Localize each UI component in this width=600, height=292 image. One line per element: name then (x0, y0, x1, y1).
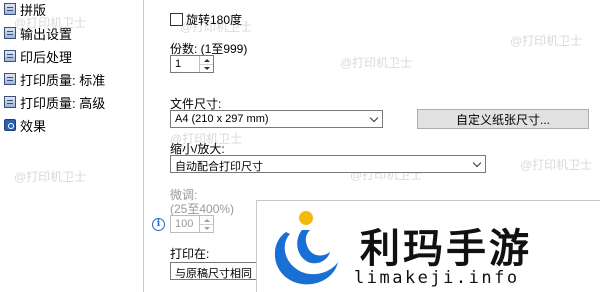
sidebar-item-output-settings[interactable]: 输出设置 (4, 24, 72, 42)
watermark: @打印机卫士 (340, 56, 413, 70)
copies-stepper[interactable]: 1 (170, 55, 214, 73)
arrow-up-icon (203, 58, 210, 62)
logo-mark-icon (274, 211, 338, 285)
copies-decrement-button[interactable] (200, 64, 213, 72)
sidebar-item-label: 打印质量: 标准 (20, 72, 106, 88)
print-on-select[interactable]: 与原稿尺寸相同 (170, 262, 270, 280)
finishing-icon (4, 50, 16, 62)
sidebar-item-effects[interactable]: 效果 (4, 116, 46, 134)
watermark: @打印机卫士 (510, 34, 583, 48)
info-icon: i (152, 218, 165, 231)
logo-title: 利玛手游 (360, 227, 532, 271)
sidebar-item-label: 拼版 (20, 2, 47, 18)
rotate-label: 旋转180度 (186, 13, 243, 27)
arrow-down-icon (203, 66, 210, 70)
scale-select[interactable]: 自动配合打印尺寸 (170, 155, 486, 173)
sidebar-item-finishing[interactable]: 印后处理 (4, 47, 72, 65)
sidebar: 拼版 输出设置 印后处理 打印质量: 标准 打印质量: 高级 效果 (0, 0, 140, 292)
sidebar-divider (143, 0, 144, 292)
sidebar-item-label: 输出设置 (20, 26, 73, 42)
fine-tune-value: 100 (175, 218, 194, 230)
chevron-down-icon (369, 113, 379, 123)
paper-size-value: A4 (210 x 297 mm) (175, 113, 269, 125)
chevron-down-icon (472, 158, 482, 168)
copies-value: 1 (175, 58, 182, 70)
sidebar-item-label: 效果 (20, 118, 47, 134)
fine-tune-decrement-button[interactable] (200, 224, 213, 232)
fine-tune-stepper[interactable]: 100 (170, 215, 214, 233)
custom-paper-size-button[interactable]: 自定义纸张尺寸... (417, 109, 589, 129)
quality-advanced-icon (4, 96, 16, 108)
quality-standard-icon (4, 73, 16, 85)
arrow-up-icon (203, 218, 210, 222)
scale-value: 自动配合打印尺寸 (175, 161, 263, 173)
rotate-checkbox[interactable] (170, 13, 183, 26)
sidebar-item-label: 打印质量: 高级 (20, 95, 106, 111)
print-on-value: 与原稿尺寸相同 (175, 268, 252, 280)
watermark: @打印机卫士 (520, 158, 593, 172)
arrow-down-icon (203, 226, 210, 230)
print-on-label: 打印在: (170, 247, 210, 261)
effects-icon (4, 119, 16, 131)
sidebar-item-quality-advanced[interactable]: 打印质量: 高级 (4, 93, 105, 111)
layout-icon (4, 3, 16, 15)
paper-size-select[interactable]: A4 (210 x 297 mm) (170, 110, 383, 128)
sidebar-item-quality-standard[interactable]: 打印质量: 标准 (4, 70, 105, 88)
sidebar-item-label: 印后处理 (20, 49, 73, 65)
output-settings-icon (4, 27, 16, 39)
sidebar-item-layout[interactable]: 拼版 (4, 0, 46, 18)
logo-subtitle: limakeji.info (354, 268, 520, 288)
